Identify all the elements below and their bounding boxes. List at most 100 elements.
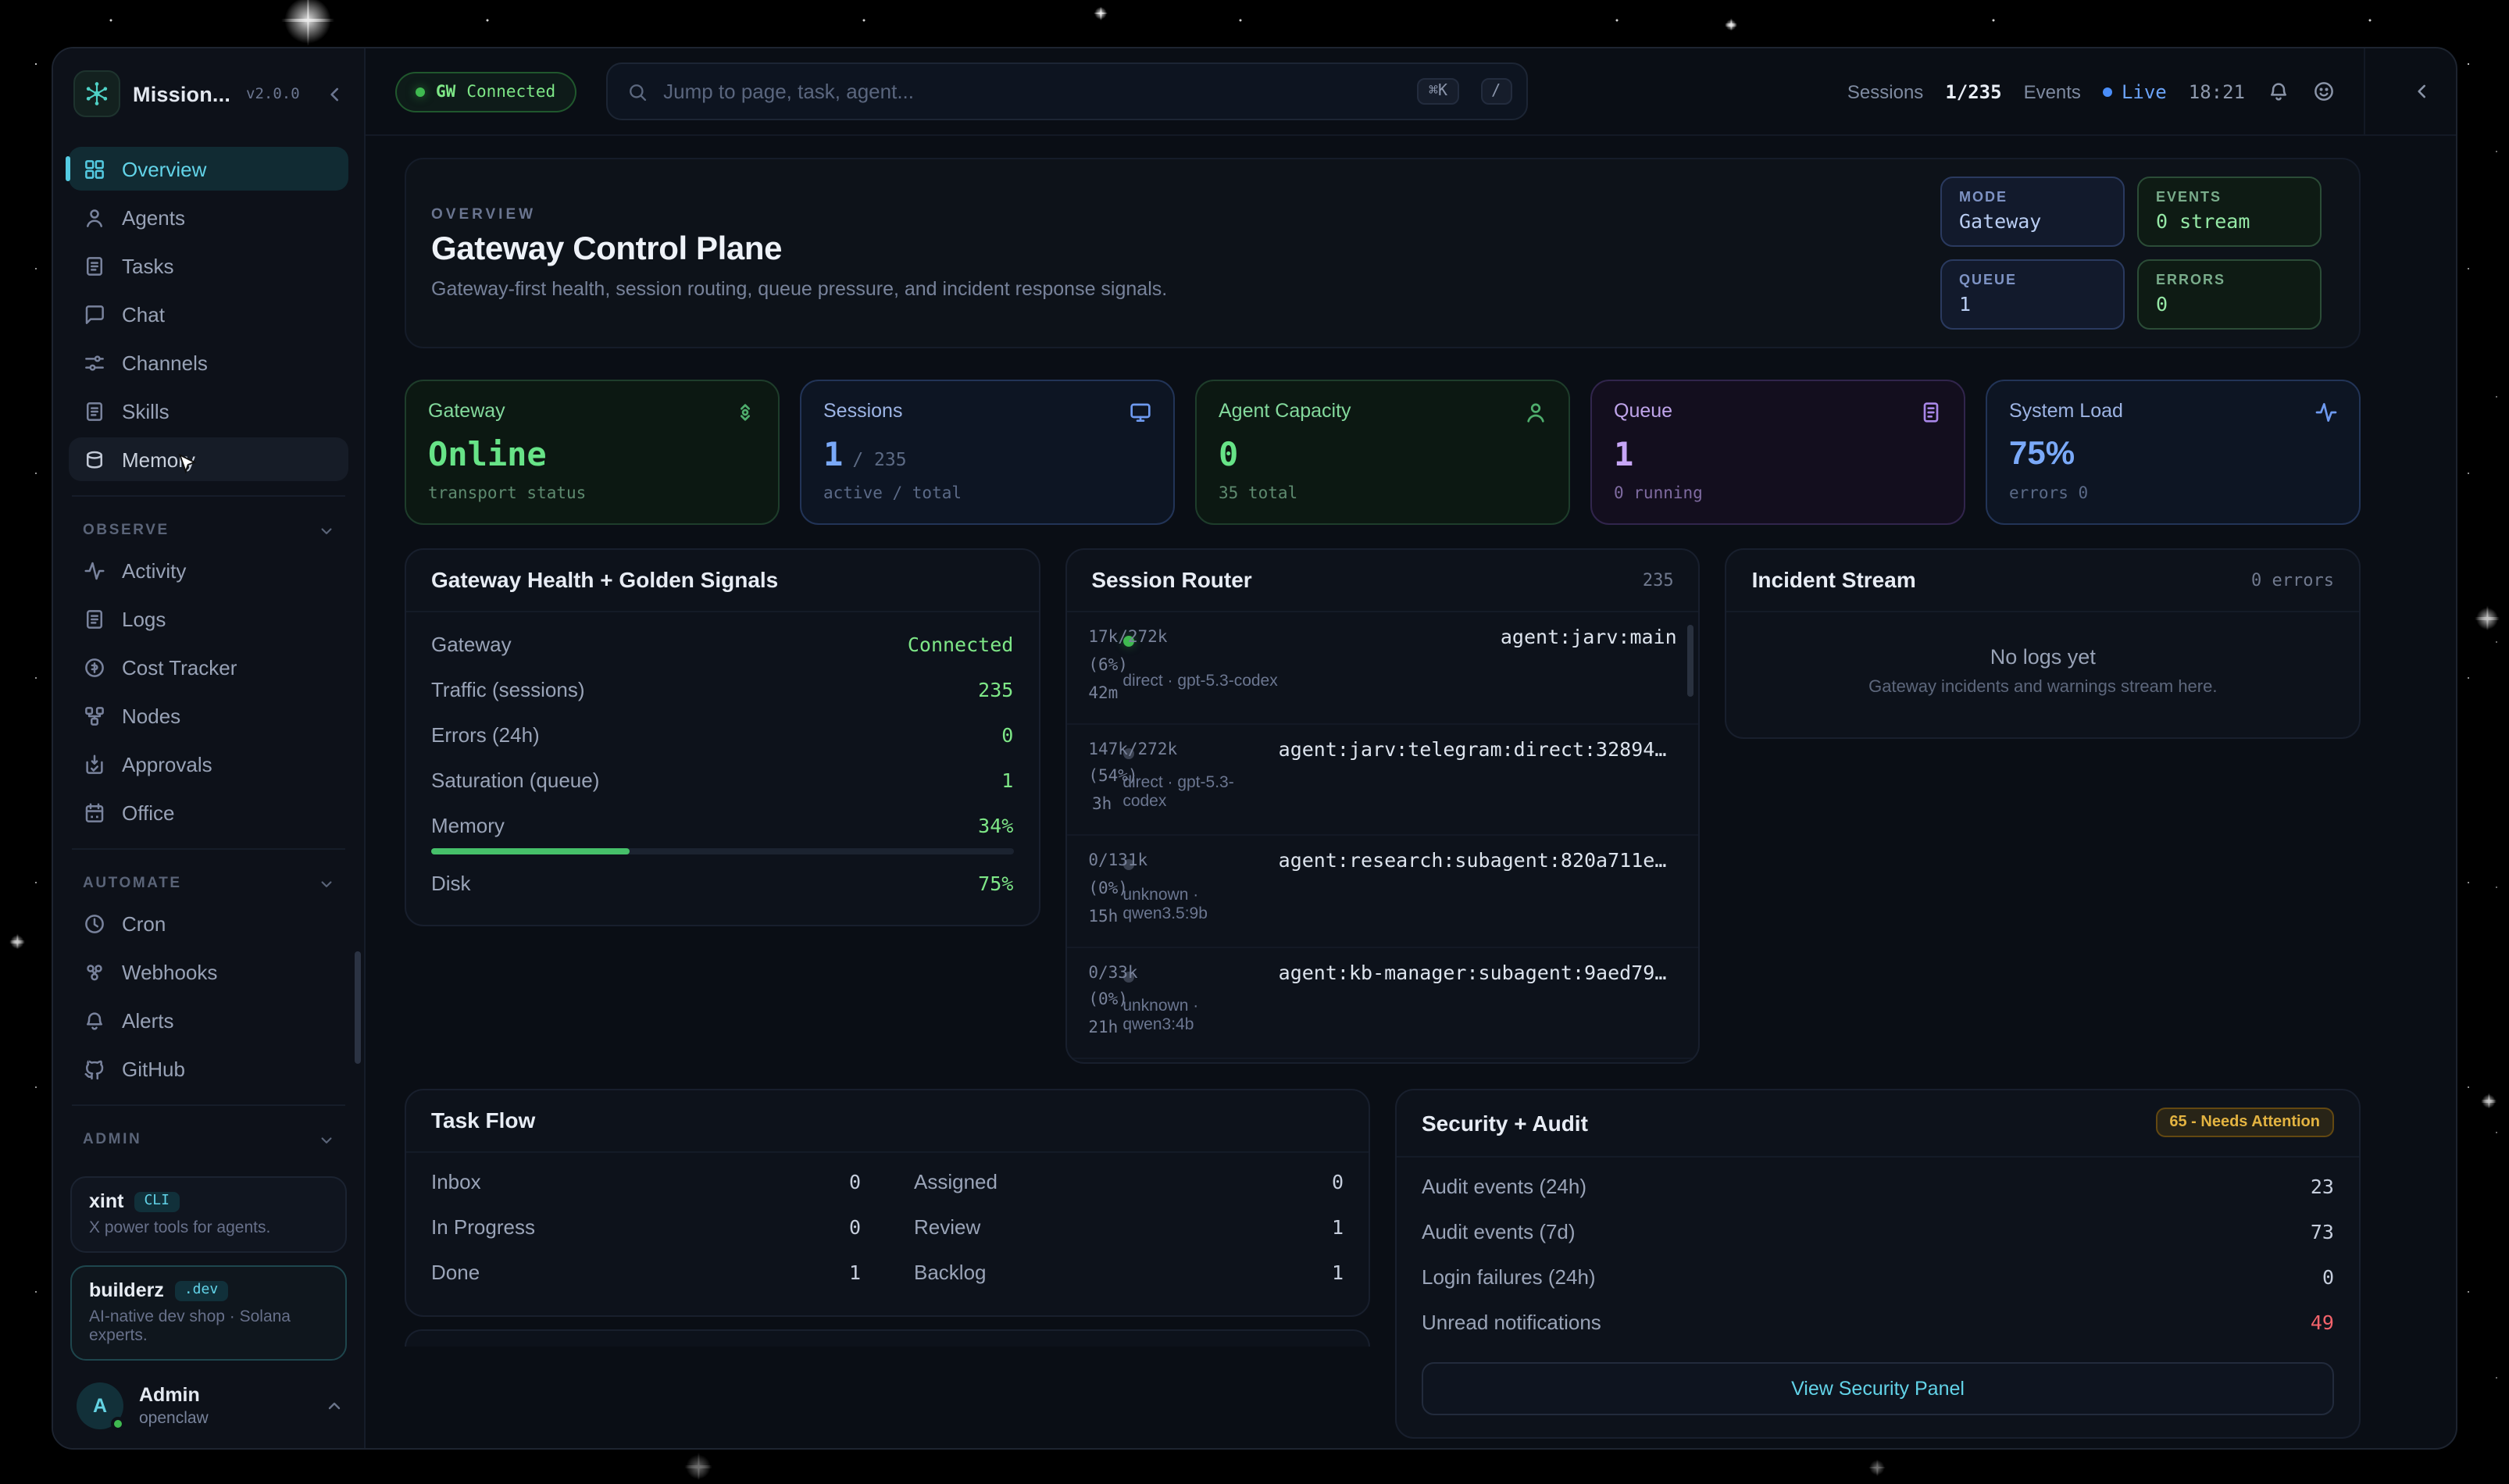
promo-card-builderz[interactable]: builderz .dev AI-native dev shop · Solan… (70, 1265, 347, 1361)
security-row: Audit events (7d) 73 (1422, 1209, 2334, 1254)
network-logo-icon (81, 78, 112, 109)
stat-value: 1 (1614, 436, 1942, 473)
user-menu[interactable]: A Admin openclaw (70, 1373, 347, 1432)
sidebar-item-tasks[interactable]: Tasks (69, 244, 348, 287)
stat-sub: active / total (823, 484, 1151, 503)
promo-description: X power tools for agents. (89, 1218, 328, 1237)
sidebar-section-observe[interactable]: OBSERVE (69, 511, 348, 544)
row-label: Audit events (7d) (1422, 1220, 1576, 1243)
desktop-background: Mission... v2.0.0 Overview Agents Tasks (0, 0, 2509, 1484)
session-age: 42m (1088, 683, 1118, 702)
row-label: Traffic (sessions) (431, 678, 585, 701)
sidebar-header: Mission... v2.0.0 (53, 48, 364, 139)
row-value: 0 (1332, 1170, 1344, 1193)
session-meta: 0/131k (0%)15h (1088, 848, 1112, 932)
view-security-panel-button[interactable]: View Security Panel (1422, 1362, 2334, 1415)
global-search-input[interactable]: Jump to page, task, agent... ⌘K / (605, 62, 1527, 120)
sidebar-item-nodes[interactable]: Nodes (69, 694, 348, 737)
session-name: agent:kb-manager:subagent:9aed797e-723f-… (1279, 960, 1677, 993)
stat-card-agent-capacity[interactable]: Agent Capacity 0 35 total (1195, 380, 1570, 525)
stat-card-queue[interactable]: Queue 1 0 running (1590, 380, 1965, 525)
grid-icon (83, 157, 106, 180)
sidebar-divider (72, 848, 345, 850)
sidebar-item-overview[interactable]: Overview (69, 147, 348, 191)
feedback-smiley-button[interactable] (2312, 80, 2336, 103)
stat-card-gateway[interactable]: Gateway Online transport status (405, 380, 780, 525)
panel-title: Incident Stream (1752, 567, 1916, 592)
session-age: 3h (1092, 795, 1112, 814)
right-panel-collapse-button[interactable] (2387, 81, 2456, 102)
notifications-bell-button[interactable] (2267, 80, 2290, 103)
sidebar-item-activity[interactable]: Activity (69, 548, 348, 592)
mode-badge: MODE Gateway (1940, 177, 2125, 247)
main-area: GW Connected Jump to page, task, agent..… (366, 48, 2456, 1448)
taskflow-row: Done 1 (431, 1250, 861, 1295)
sidebar-item-approvals[interactable]: Approvals (69, 742, 348, 786)
sidebar-item-office[interactable]: Office (69, 790, 348, 834)
session-row[interactable]: agent:research:subagent:820a711e-db5b-4e… (1066, 836, 1698, 947)
row-label: Errors (24h) (431, 723, 540, 747)
green-status-dot (416, 87, 425, 96)
session-row[interactable]: agent:ops:subagent:152d2061-e074-41fb-8e… (1066, 1059, 1698, 1064)
sidebar-collapse-button[interactable] (325, 84, 345, 104)
live-indicator[interactable]: Live (2103, 80, 2167, 102)
stat-card-system-load[interactable]: System Load 75% errors 0 (1986, 380, 2361, 525)
topbar-status: Sessions 1/235 Events Live 18:21 (1847, 48, 2456, 135)
sidebar-section-automate[interactable]: AUTOMATE (69, 864, 348, 897)
security-row: Login failures (24h) 0 (1422, 1254, 2334, 1300)
session-row[interactable]: agent:kb-manager:subagent:9aed797e-723f-… (1066, 947, 1698, 1059)
row-value: 0 (2322, 1265, 2334, 1289)
promo-title: builderz (89, 1279, 164, 1301)
row-label: Inbox (431, 1170, 481, 1193)
file-text-icon (83, 607, 106, 630)
row-label: Memory (431, 814, 505, 837)
sidebar-item-skills[interactable]: Skills (69, 389, 348, 433)
sidebar-item-security[interactable]: Security (69, 1158, 348, 1164)
stat-suffix: / 235 (852, 448, 906, 470)
sidebar-item-agents[interactable]: Agents (69, 195, 348, 239)
sidebar-item-cron[interactable]: Cron (69, 901, 348, 945)
session-row[interactable]: agent:jarv:telegram:direct:328940762 147… (1066, 724, 1698, 836)
task-flow-panel: Task Flow Inbox 0 In Progress (405, 1089, 1370, 1317)
sidebar-item-memory[interactable]: Memory (69, 437, 348, 481)
sidebar-item-github[interactable]: GitHub (69, 1047, 348, 1090)
row-value: 0 (849, 1170, 861, 1193)
promo-card-xint[interactable]: xint CLI X power tools for agents. (70, 1176, 347, 1253)
sidebar-item-label: Office (122, 801, 174, 824)
file-text-icon (83, 254, 106, 277)
sidebar-item-webhooks[interactable]: Webhooks (69, 950, 348, 993)
gateway-connected-badge: GW Connected (395, 71, 576, 112)
session-row[interactable]: agent:jarv:main 17k/272k (6%)42m direct … (1066, 612, 1698, 724)
session-sub: unknown · qwen3:4b (1122, 997, 1267, 1044)
approvals-check-icon (83, 752, 106, 776)
row-label: Done (431, 1261, 480, 1284)
sidebar-item-channels[interactable]: Channels (69, 341, 348, 384)
activity-icon (2314, 400, 2339, 425)
sidebar-divider (72, 1104, 345, 1106)
sessions-label: Sessions (1847, 80, 1923, 102)
empty-title: No logs yet (1990, 644, 2096, 668)
page-title: Gateway Control Plane (431, 231, 1167, 269)
hero-panel: OVERVIEW Gateway Control Plane Gateway-f… (405, 158, 2361, 348)
sidebar-item-cost-tracker[interactable]: Cost Tracker (69, 645, 348, 689)
row-value: 49 (2311, 1311, 2334, 1334)
webhook-icon (83, 960, 106, 983)
panel-title: Task Flow (431, 1108, 535, 1133)
health-row-memory: Memory 34% (431, 803, 1013, 844)
stat-card-sessions[interactable]: Sessions 1 / 235 active / total (800, 380, 1175, 525)
star-sparkle (1725, 19, 1737, 31)
panels-row: Gateway Health + Golden Signals Gateway … (405, 548, 2361, 1064)
session-list-scrollbar[interactable] (1688, 625, 1694, 697)
sidebar-item-alerts[interactable]: Alerts (69, 998, 348, 1042)
sidebar-item-label: Tasks (122, 254, 173, 277)
bell-icon (2267, 80, 2290, 103)
nodes-icon (83, 704, 106, 727)
transmission-icon (733, 400, 758, 425)
sidebar-section-admin[interactable]: ADMIN (69, 1120, 348, 1153)
user-icon (1523, 400, 1548, 425)
sidebar-item-chat[interactable]: Chat (69, 292, 348, 336)
sidebar-item-logs[interactable]: Logs (69, 597, 348, 640)
monitor-icon (1128, 400, 1153, 425)
sidebar-scrollbar[interactable] (355, 951, 361, 1064)
session-count: 235 (1643, 569, 1674, 590)
